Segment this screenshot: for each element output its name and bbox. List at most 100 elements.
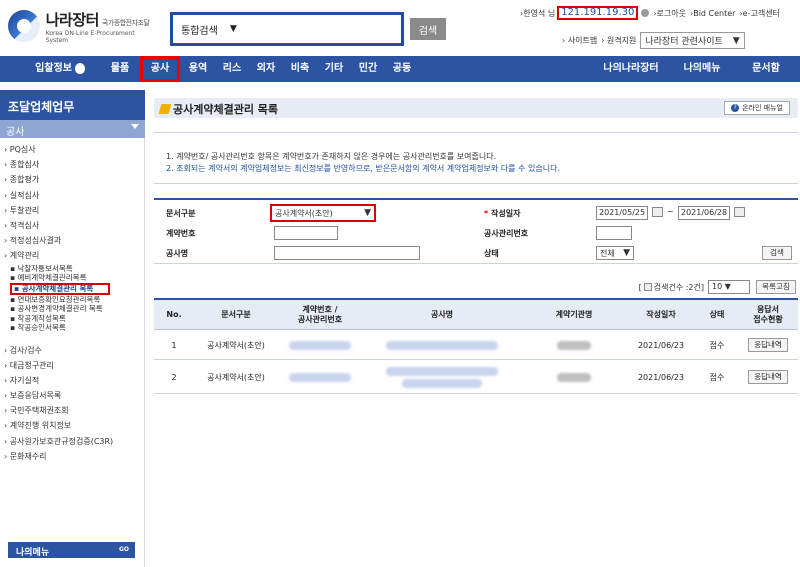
remote-support-link[interactable]: › 원격지원: [601, 35, 636, 46]
sidebar-item-payment[interactable]: › 대금청구관리: [0, 358, 145, 373]
sidebar-item-performance[interactable]: › 실적심사: [0, 188, 145, 203]
online-manual-label: 온라인 매뉴얼: [742, 104, 783, 112]
chevron-down-icon: ▼: [364, 208, 371, 218]
response-history-button[interactable]: 응답내역: [748, 370, 788, 384]
redacted-text: [386, 340, 498, 350]
cell-project-name[interactable]: [362, 360, 522, 394]
cell-contract-no[interactable]: [278, 330, 362, 360]
nav-service[interactable]: 용역: [182, 56, 214, 82]
document-icon: [643, 283, 652, 291]
project-name-input[interactable]: [274, 246, 420, 260]
status-value: 전체: [600, 248, 615, 258]
calendar-icon[interactable]: [652, 207, 663, 217]
cell-no: 1: [171, 340, 177, 350]
sidebar-item-guarantee[interactable]: › 보증응답서목록: [0, 388, 145, 403]
logout-link[interactable]: ›로그아웃: [653, 8, 686, 19]
nav-joint[interactable]: 공동: [386, 56, 418, 82]
gear-icon[interactable]: [641, 9, 650, 17]
sidebar-item-inspection[interactable]: › 검사/검수: [0, 343, 145, 358]
chevron-down-icon: [131, 124, 139, 129]
col-no: No.: [166, 310, 182, 319]
ip-address: 121.191.19.30: [557, 6, 639, 20]
search-button[interactable]: 검색: [410, 18, 446, 40]
cell-response: 응답내역: [738, 360, 798, 394]
cell-project-name[interactable]: [362, 330, 522, 360]
sidebar-subitem-start-approval[interactable]: ▪ 착공승인서목록: [0, 323, 145, 333]
logo-small: 국가종합전자조달: [101, 18, 150, 27]
sidebar-subitem-joint-guarantee[interactable]: ▪ 연대보증확인요청관리목록: [0, 295, 145, 305]
sidebar-subitem-pre-contract[interactable]: ▪ 예비계약체결관리목록: [0, 273, 145, 283]
nav-construction[interactable]: 공사: [140, 56, 180, 82]
nav-goods[interactable]: 물품: [104, 56, 136, 82]
notice-box: 1. 계약번호/ 공사관리번호 항목은 계약번호가 존재하지 않은 경우에는 공…: [154, 132, 798, 184]
cell-contract-no[interactable]: [278, 360, 362, 394]
customer-center-link[interactable]: ›e-고객센터: [739, 8, 779, 19]
apple-icon: [74, 62, 85, 74]
nav-lease[interactable]: 리스: [216, 56, 248, 82]
sitemap-link[interactable]: › 사이트맵: [562, 35, 597, 46]
bid-center-link[interactable]: ›Bid Center: [690, 9, 735, 18]
nav-foreign[interactable]: 외자: [250, 56, 282, 82]
online-manual-button[interactable]: ? 온라인 매뉴얼: [724, 101, 790, 115]
result-count: [검색건수 :2건]: [639, 282, 704, 293]
sidebar-item-location[interactable]: › 계약진행 위치정보: [0, 418, 145, 433]
nav-documents[interactable]: 문서함: [738, 56, 794, 82]
doc-type-label: 문서구분: [166, 209, 196, 218]
col-status: 상태: [709, 310, 725, 319]
sidebar-item-comprehensive-eval[interactable]: › 종합평가: [0, 172, 145, 187]
calendar-icon[interactable]: [734, 207, 745, 217]
date-from-input[interactable]: 2021/05/25: [596, 206, 648, 220]
status-select[interactable]: 전체 ▼: [596, 246, 634, 260]
sidebar-item-self-performance[interactable]: › 자기실적: [0, 373, 145, 388]
page-title-text: 공사계약체결관리 목록: [173, 103, 279, 116]
my-menu-button[interactable]: 나의메뉴 GO: [8, 542, 135, 558]
status-label: 상태: [484, 249, 499, 258]
sidebar-item-pq[interactable]: › PQ심사: [0, 142, 145, 157]
logo-title: 나라장터: [45, 10, 100, 29]
search-submit-button[interactable]: 검색: [762, 246, 792, 260]
cell-status: 접수: [709, 340, 725, 350]
nav-etc[interactable]: 기타: [318, 56, 350, 82]
sidebar-subitem-change-contract[interactable]: ▪ 공사변경계약체결관리 목록: [0, 304, 145, 314]
contract-no-input[interactable]: [274, 226, 338, 240]
page-size-select[interactable]: 10 ▼: [708, 280, 750, 294]
related-sites-select[interactable]: 나라장터 관련사이트 ▼: [640, 32, 745, 49]
sidebar-item-c3r[interactable]: › 공사원가보호관규정검증(C3R): [0, 434, 145, 449]
cell-status: 접수: [709, 372, 725, 382]
sidebar-category[interactable]: 공사: [0, 120, 145, 138]
sidebar-subitem-construction-contract[interactable]: ▪ 공사계약체결관리 목록: [10, 282, 110, 295]
doc-type-select[interactable]: 공사계약서(초안) ▼: [270, 204, 376, 222]
sub-links: › 사이트맵 › 원격지원 나라장터 관련사이트 ▼: [562, 32, 798, 49]
sidebar-item-bid-mgmt[interactable]: › 투찰관리: [0, 203, 145, 218]
logo[interactable]: 나라장터 국가종합전자조달 Korea ON-Line E-Procurement…: [8, 8, 158, 44]
result-count-bracket: [: [638, 283, 642, 292]
cell-date: 2021/06/23: [637, 340, 685, 350]
sidebar-item-heritage[interactable]: › 문화재수리: [0, 449, 145, 464]
nav-private[interactable]: 민간: [352, 56, 384, 82]
sidebar-item-adequacy[interactable]: › 적정성심사결과: [0, 233, 145, 248]
nav-bid-info[interactable]: 입찰정보: [20, 56, 100, 82]
mgmt-no-input[interactable]: [596, 226, 632, 240]
col-doc-type: 문서구분: [221, 310, 251, 319]
table-row[interactable]: 1 공사계약서(초안) 2021/06/23 접수 응답내역: [154, 330, 798, 360]
search-select[interactable]: 통합검색 ▼: [170, 12, 404, 46]
nav-my-narajangteo[interactable]: 나의나라장터: [592, 56, 670, 82]
sidebar-item-bond[interactable]: › 국민주택채권조회: [0, 403, 145, 418]
redacted-text: [289, 372, 351, 382]
sidebar-item-contract-mgmt[interactable]: › 계약관리: [0, 248, 145, 263]
sidebar-subitem-start-report[interactable]: ▪ 착공계작성목록: [0, 314, 145, 324]
sidebar-item-qualification[interactable]: › 적격심사: [0, 218, 145, 233]
table-header: No. 문서구분 계약번호 / 공사관리번호 공사명 계약기관명 작성일자 상태…: [154, 298, 798, 330]
date-to-input[interactable]: 2021/06/28: [678, 206, 730, 220]
response-history-button[interactable]: 응답내역: [748, 338, 788, 352]
required-mark: *: [484, 209, 489, 218]
table-row[interactable]: 2 공사계약서(초안) 2021/06/23 접수 응답내역: [154, 360, 798, 394]
top-links: ›한영석 님 121.191.19.30 ›로그아웃 ›Bid Center ›…: [520, 6, 800, 20]
nav-my-menu[interactable]: 나의메뉴: [674, 56, 730, 82]
nav-stockpile[interactable]: 비축: [284, 56, 316, 82]
refresh-list-button[interactable]: 목록고침: [756, 280, 796, 294]
contract-no-label: 계약번호: [166, 229, 196, 238]
sidebar-item-comprehensive-review[interactable]: › 종합심사: [0, 157, 145, 172]
notice-line-1: 1. 계약번호/ 공사관리번호 항목은 계약번호가 존재하지 않은 경우에는 공…: [166, 152, 497, 161]
sidebar-subitem-award-notice[interactable]: ▪ 낙찰자통보서목록: [0, 264, 145, 274]
